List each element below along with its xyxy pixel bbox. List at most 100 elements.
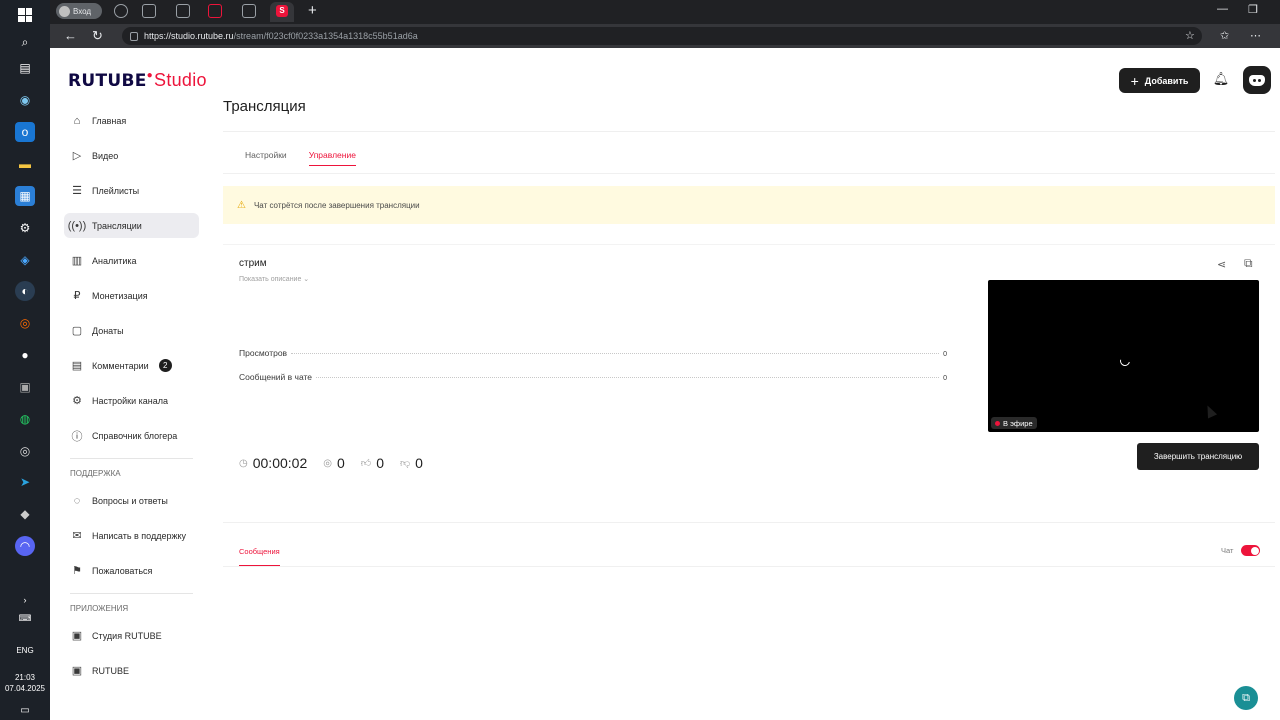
question-icon: ◌ bbox=[73, 494, 81, 507]
sidebar: ⌂ Главная ▷ Видео ☰ Плейлисты ((•)) Трансляц… bbox=[64, 108, 199, 693]
outlook-icon[interactable]: o bbox=[15, 122, 35, 142]
sidebar-item-channel-settings[interactable]: ⚙ Настройки канала bbox=[64, 388, 199, 413]
add-button[interactable]: + Добавить bbox=[1119, 68, 1200, 93]
app-orange-icon[interactable]: ◎ bbox=[15, 313, 35, 333]
sidebar-item-comments[interactable]: ▤ Комментарии 2 bbox=[64, 353, 199, 378]
discord-icon[interactable]: ◠ bbox=[15, 536, 35, 556]
tab-icon[interactable] bbox=[114, 4, 128, 18]
viewers-value: 0 bbox=[336, 455, 345, 471]
chat-toggle-group: Чат bbox=[1221, 545, 1261, 556]
chrome-icon[interactable]: ◎ bbox=[15, 441, 35, 461]
loading-spinner-icon bbox=[1118, 354, 1132, 368]
url-host: https://studio.rutube.ru bbox=[144, 31, 234, 41]
tab-icon[interactable] bbox=[176, 4, 190, 18]
support-chat-button[interactable]: ⧉ bbox=[1234, 686, 1258, 710]
sidebar-item-analytics[interactable]: ▥ Аналитика bbox=[64, 248, 199, 273]
external-link-icon[interactable]: ⧉ bbox=[1244, 256, 1253, 271]
address-bar-row: ← ↻ https://studio.rutube.ru/stream/f023… bbox=[50, 24, 1280, 48]
tab-messages[interactable]: Сообщения bbox=[239, 547, 280, 566]
browser-chrome: Вход S + — ❐ ← ↻ https://studio.rutube.r… bbox=[50, 0, 1280, 48]
monetization-icon: ₽ bbox=[73, 290, 81, 302]
sidebar-item-report[interactable]: ⚑ Пожаловаться bbox=[64, 558, 199, 583]
new-tab-button[interactable]: + bbox=[308, 2, 317, 19]
sidebar-item-donations[interactable]: ▢ Донаты bbox=[64, 318, 199, 343]
page-title: Трансляция bbox=[223, 98, 306, 115]
sidebar-item-playlists[interactable]: ☰ Плейлисты bbox=[64, 178, 199, 203]
notification-icon[interactable]: ▭ bbox=[15, 700, 35, 720]
sidebar-item-home[interactable]: ⌂ Главная bbox=[64, 108, 199, 133]
logo-suffix: Studio bbox=[154, 70, 207, 90]
sidebar-item-studio-app[interactable]: ▣ Студия RUTUBE bbox=[64, 623, 199, 648]
favorites-icon[interactable]: ✩ bbox=[1220, 29, 1229, 42]
edge-icon[interactable]: ◐ bbox=[15, 281, 35, 301]
sidebar-item-blogger-guide[interactable]: ⓘ Справочник блогера bbox=[64, 423, 199, 448]
tab-icon[interactable] bbox=[208, 4, 222, 18]
store-icon[interactable]: ▦ bbox=[15, 186, 35, 206]
viewers-counter: ◎ 0 bbox=[323, 455, 345, 471]
show-description-link[interactable]: Показать описание ⌄ bbox=[239, 275, 309, 283]
sidebar-item-write-support[interactable]: ✉ Написать в поддержку bbox=[64, 523, 199, 548]
sidebar-item-label: Справочник блогера bbox=[92, 430, 178, 441]
widgets-icon[interactable]: ▤ bbox=[15, 58, 35, 78]
telegram-icon[interactable]: ➤ bbox=[15, 472, 35, 492]
minimize-button[interactable]: — bbox=[1217, 3, 1228, 15]
active-tab[interactable]: S bbox=[270, 2, 294, 22]
clock-date[interactable]: 07.04.2025 bbox=[0, 683, 50, 694]
chat-notice-banner: ⚠ Чат сотрётся после завершения трансляц… bbox=[223, 186, 1275, 224]
stream-counters: ◷ 00:00:02 ◎ 0 👍︎ 0 👎︎ 0 bbox=[239, 455, 423, 471]
clock-icon: ◷ bbox=[239, 457, 248, 469]
tab-management[interactable]: Управление bbox=[308, 148, 356, 166]
sidebar-item-rutube-app[interactable]: ▣ RUTUBE bbox=[64, 658, 199, 683]
reload-button[interactable]: ↻ bbox=[92, 28, 103, 44]
share-icon[interactable]: ⋖ bbox=[1217, 258, 1226, 271]
comments-icon: ▤ bbox=[71, 360, 83, 372]
profile-button[interactable]: Вход bbox=[56, 3, 102, 19]
tab-icon[interactable] bbox=[242, 4, 256, 18]
support-section-title: Поддержка bbox=[70, 469, 121, 478]
more-menu-icon[interactable]: ⋯ bbox=[1250, 29, 1261, 42]
system-tray-icons[interactable]: ⌨ bbox=[15, 608, 35, 628]
folder-icon[interactable]: ▬ bbox=[15, 154, 35, 174]
chat-toggle[interactable] bbox=[1241, 545, 1261, 556]
camera-icon[interactable]: ▣ bbox=[15, 377, 35, 397]
steam-icon[interactable]: ◈ bbox=[15, 250, 35, 270]
sidebar-item-monetization[interactable]: ₽ Монетизация bbox=[64, 283, 199, 308]
language-indicator[interactable]: ENG bbox=[0, 646, 50, 655]
lock-icon[interactable] bbox=[130, 31, 138, 41]
sidebar-item-video[interactable]: ▷ Видео bbox=[64, 143, 199, 168]
whatsapp-icon[interactable]: ◍ bbox=[15, 409, 35, 429]
dotted-leader bbox=[316, 377, 940, 378]
sidebar-divider bbox=[70, 458, 193, 459]
chevron-right-icon[interactable]: › bbox=[15, 590, 35, 610]
tab-icon[interactable] bbox=[142, 4, 156, 18]
rutube-studio-logo[interactable]: RUTUBE ● Studio bbox=[68, 70, 207, 91]
clock-time[interactable]: 21:03 bbox=[0, 672, 50, 683]
dislikes-value: 0 bbox=[415, 455, 423, 471]
rutube-studio-favicon: S bbox=[276, 5, 288, 17]
bookmark-star-icon[interactable]: ☆ bbox=[1185, 29, 1195, 42]
roblox-icon[interactable]: ◆ bbox=[15, 504, 35, 524]
address-bar[interactable]: https://studio.rutube.ru/stream/f023cf0f… bbox=[122, 27, 1202, 45]
stat-value: 0 bbox=[943, 351, 947, 358]
sidebar-item-label: Аналитика bbox=[92, 255, 137, 266]
url-path: /stream/f023cf0f0233a1354a1318c55b51ad6a bbox=[233, 31, 418, 41]
end-broadcast-button[interactable]: Завершить трансляцию bbox=[1137, 443, 1259, 470]
tab-settings[interactable]: Настройки bbox=[245, 148, 287, 173]
sidebar-item-faq[interactable]: ◌ Вопросы и ответы bbox=[64, 488, 199, 513]
bell-icon[interactable]: 🔔︎ bbox=[1212, 71, 1230, 89]
app-icon[interactable]: ◉ bbox=[15, 90, 35, 110]
maximize-button[interactable]: ❐ bbox=[1248, 3, 1258, 16]
windows-start-icon[interactable] bbox=[15, 5, 35, 25]
back-button[interactable]: ← bbox=[64, 28, 77, 43]
stream-preview-player[interactable]: В эфире bbox=[988, 280, 1259, 432]
obs-icon[interactable]: ● bbox=[15, 345, 35, 365]
sidebar-item-label: Комментарии bbox=[92, 360, 149, 371]
channel-avatar[interactable] bbox=[1243, 66, 1271, 94]
sidebar-item-broadcasts[interactable]: ((•)) Трансляции bbox=[64, 213, 199, 238]
sidebar-item-label: RUTUBE bbox=[92, 665, 130, 676]
sidebar-item-label: Написать в поддержку bbox=[92, 530, 187, 541]
stat-label: Просмотров bbox=[239, 348, 288, 358]
settings-icon[interactable]: ⚙ bbox=[15, 218, 35, 238]
search-icon[interactable]: ⌕ bbox=[15, 32, 35, 52]
broadcast-tabs: Настройки Управление bbox=[223, 148, 1275, 174]
